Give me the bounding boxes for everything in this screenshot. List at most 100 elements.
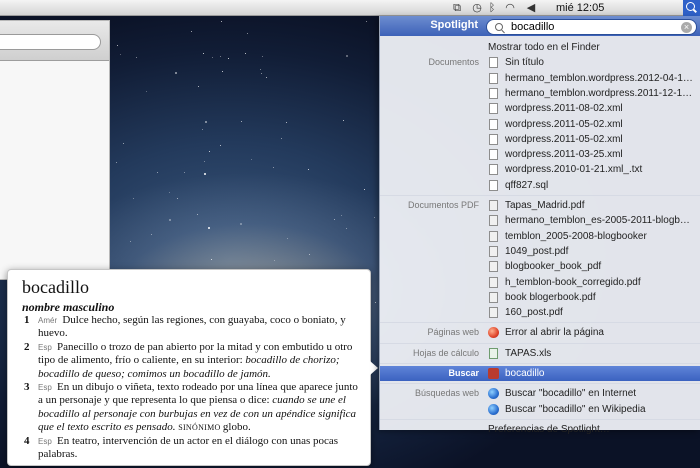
- sense-region-tag: Esp: [38, 342, 55, 352]
- spotlight-category-label: Buscar: [448, 368, 479, 378]
- spotlight-separator: [380, 418, 700, 420]
- spotlight-result-document[interactable]: wordpress.2011-05-02.xml: [380, 132, 700, 147]
- star: [334, 219, 335, 220]
- document-icon: [489, 57, 498, 69]
- spotlight-item-label: temblon_2005-2008-blogbooker: [505, 230, 647, 242]
- pdf-icon: [489, 230, 498, 242]
- spotlight-icon[interactable]: [683, 0, 700, 16]
- spotlight-result-pdf[interactable]: h_temblon-book_corregido.pdf: [380, 275, 700, 290]
- clear-icon[interactable]: ×: [681, 22, 692, 33]
- bluetooth-icon[interactable]: ᛒ: [486, 1, 498, 15]
- spotlight-item-label: Mostrar todo en el Finder: [488, 42, 600, 53]
- star: [117, 45, 118, 46]
- spotlight-result-dictionary[interactable]: Buscar bocadillo: [380, 366, 700, 381]
- spreadsheet-icon: [489, 347, 498, 359]
- spotlight-result-document[interactable]: qff827.sql: [380, 178, 700, 193]
- spotlight-search-input[interactable]: bocadillo ×: [486, 19, 697, 35]
- spotlight-item-label: wordpress.2011-05-02.xml: [505, 133, 623, 145]
- spotlight-result-webpage[interactable]: Páginas web Error al abrir la página: [380, 325, 700, 340]
- menu-bar: ⧉ ◷ ᛒ ◠ ◀ mié 12:05: [0, 0, 700, 16]
- spotlight-result-document[interactable]: hermano_temblon.wordpress.2011-12-1…: [380, 86, 700, 101]
- spotlight-item-label: qff827.sql: [505, 179, 549, 191]
- document-icon: [489, 149, 498, 161]
- star: [123, 143, 124, 144]
- search-icon: [495, 23, 503, 31]
- spotlight-item-label: wordpress.2011-03-25.xml: [505, 149, 623, 161]
- spotlight-result-pdf[interactable]: Documentos PDF Tapas_Madrid.pdf: [380, 198, 700, 213]
- spotlight-item-label: 1049_post.pdf: [505, 245, 569, 257]
- spotlight-result-spreadsheet[interactable]: Hojas de cálculo TAPAS.xls: [380, 346, 700, 361]
- spotlight-item-label: blogbooker_book_pdf: [505, 261, 602, 273]
- star: [274, 260, 275, 261]
- spotlight-result-document[interactable]: wordpress.2011-03-25.xml: [380, 147, 700, 162]
- menu-clock[interactable]: mié 12:05: [556, 1, 604, 15]
- star: [169, 192, 170, 193]
- dictionary-sense: 3 Esp En un dibujo o viñeta, texto rodea…: [22, 381, 362, 435]
- spotlight-result-pdf[interactable]: 1049_post.pdf: [380, 244, 700, 259]
- star: [175, 72, 177, 74]
- star: [375, 302, 376, 303]
- spotlight-item-label: wordpress.2011-08-02.xml: [505, 103, 623, 115]
- wifi-icon[interactable]: ◠: [502, 1, 518, 15]
- globe-icon: [488, 388, 499, 400]
- finder-window: [0, 20, 110, 280]
- finder-search-field[interactable]: [0, 34, 101, 50]
- spotlight-result-pdf[interactable]: book blogerbook.pdf: [380, 290, 700, 305]
- star: [212, 57, 213, 58]
- spotlight-result-document[interactable]: wordpress.2011-08-02.xml: [380, 101, 700, 116]
- spotlight-result-document[interactable]: wordpress.2011-05-02.xml: [380, 117, 700, 132]
- star: [261, 73, 262, 74]
- sense-region-tag: Amér: [38, 316, 60, 325]
- star: [157, 172, 158, 173]
- display-icon[interactable]: ⧉: [450, 1, 464, 15]
- dictionary-popover: bocadillo nombre masculino 1 Amér Dulce …: [7, 269, 371, 466]
- spotlight-title: Spotlight: [430, 19, 478, 31]
- spotlight-menu: Spotlight bocadillo × Mostrar todo en el…: [379, 16, 700, 435]
- dictionary-part-of-speech: nombre masculino: [22, 300, 115, 314]
- spotlight-result-document[interactable]: wordpress.2010-01-21.xml_.txt: [380, 162, 700, 177]
- spotlight-result-pdf[interactable]: 160_post.pdf: [380, 305, 700, 320]
- star: [346, 228, 347, 229]
- sense-text: En teatro, intervención de un actor en e…: [38, 434, 339, 461]
- spotlight-result-pdf[interactable]: blogbooker_book_pdf: [380, 259, 700, 274]
- spotlight-item-label: 160_post.pdf: [505, 307, 563, 319]
- star: [222, 71, 223, 72]
- spotlight-item-label: book blogerbook.pdf: [505, 291, 596, 303]
- star: [308, 169, 309, 170]
- dictionary-icon: [488, 368, 499, 379]
- star: [221, 21, 222, 22]
- star: [346, 55, 348, 57]
- star: [204, 173, 206, 175]
- spotlight-item-label: bocadillo: [505, 368, 545, 379]
- star: [136, 57, 137, 58]
- spotlight-item-label: TAPAS.xls: [505, 347, 552, 359]
- star: [203, 53, 204, 54]
- spotlight-result-pdf[interactable]: hermano_temblon_es-2005-2011-blogb…: [380, 213, 700, 228]
- spotlight-web-search[interactable]: Búsquedas web Buscar "bocadillo" en Inter…: [380, 386, 700, 401]
- volume-icon[interactable]: ◀: [524, 1, 538, 15]
- spotlight-query[interactable]: bocadillo: [511, 21, 554, 33]
- spotlight-result-document[interactable]: Documentos Sin título: [380, 55, 700, 70]
- spotlight-separator: [380, 363, 700, 364]
- synonym-value: globo.: [222, 421, 251, 434]
- star: [251, 159, 252, 160]
- spotlight-result-pdf[interactable]: temblon_2005-2008-blogbooker: [380, 229, 700, 244]
- star: [220, 145, 221, 146]
- document-icon: [489, 133, 498, 145]
- spotlight-result-document[interactable]: hermano_temblon.wordpress.2012-04-1…: [380, 71, 700, 86]
- spotlight-item-label: Preferencias de Spotlight…: [488, 423, 610, 435]
- time-machine-icon[interactable]: ◷: [470, 1, 484, 15]
- spotlight-web-search[interactable]: Buscar "bocadillo" en Wikipedia: [380, 402, 700, 417]
- document-icon: [489, 103, 498, 115]
- spotlight-item-label: wordpress.2011-05-02.xml: [505, 118, 623, 130]
- star: [287, 238, 288, 239]
- star: [240, 223, 242, 225]
- star: [241, 121, 242, 122]
- star: [202, 129, 203, 130]
- globe-icon: [488, 403, 499, 415]
- star: [120, 54, 121, 55]
- star: [204, 161, 205, 162]
- sense-number: 2: [24, 340, 30, 353]
- spotlight-preferences[interactable]: Preferencias de Spotlight…: [380, 422, 700, 437]
- spotlight-show-all[interactable]: Mostrar todo en el Finder: [380, 40, 700, 55]
